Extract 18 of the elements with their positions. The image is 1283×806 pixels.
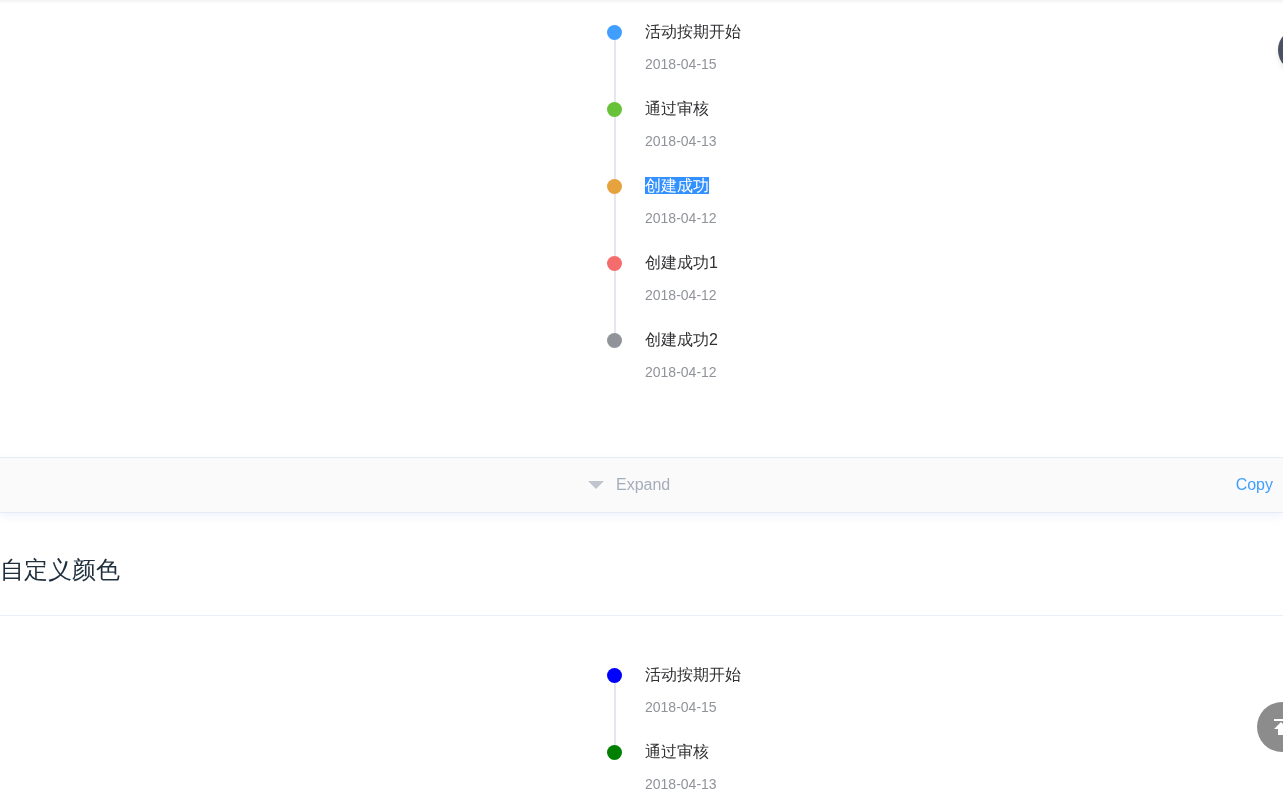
timeline-date: 2018-04-15 [645,55,717,74]
timeline-title: 活动按期开始 [645,666,741,683]
timeline-title: 通过审核 [645,100,709,117]
timeline-title: 创建成功2 [645,331,718,348]
timeline-title: 创建成功 [645,177,709,194]
timeline-date: 2018-04-15 [645,698,717,717]
timeline-title: 活动按期开始 [645,23,741,40]
caret-icon [588,481,604,489]
timeline-date: 2018-04-12 [645,363,717,382]
timeline-title: 通过审核 [645,743,709,760]
section-heading: 自定义颜色 [0,555,121,585]
timeline-title: 创建成功1 [645,254,718,271]
copy-link[interactable]: Copy [1235,473,1273,497]
timeline-date: 2018-04-13 [645,132,717,151]
timeline-date: 2018-04-12 [645,286,717,305]
timeline-date: 2018-04-12 [645,209,717,228]
expand-button[interactable]: Expand [588,473,671,497]
timeline-date: 2018-04-13 [645,775,717,794]
